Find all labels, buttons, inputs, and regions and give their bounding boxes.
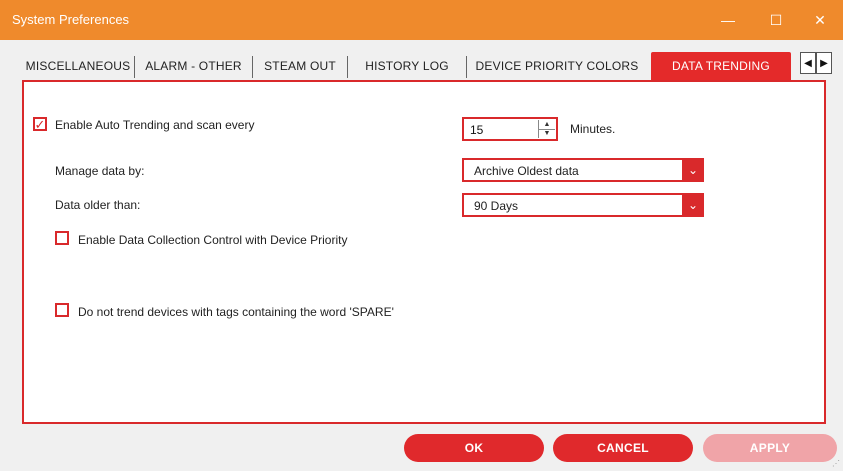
tab-scroll-right-button[interactable]: ▶	[816, 52, 832, 74]
spin-down-icon[interactable]: ▼	[539, 130, 555, 139]
close-icon: ✕	[814, 11, 826, 28]
manage-data-label: Manage data by:	[55, 164, 145, 178]
manage-data-value: Archive Oldest data	[474, 164, 579, 178]
scan-interval-stepper[interactable]: 15 ▲ ▼	[462, 117, 558, 141]
chevron-down-icon: ⌄	[682, 158, 704, 182]
window-title: System Preferences	[12, 12, 130, 27]
checkmark-icon: ✓	[34, 116, 46, 132]
enable-auto-trending-checkbox[interactable]: ✓	[33, 117, 47, 131]
ok-button[interactable]: OK	[404, 434, 544, 462]
minimize-icon: —	[721, 12, 735, 28]
chevron-down-icon: ⌄	[682, 193, 704, 217]
data-older-than-value: 90 Days	[474, 199, 519, 213]
minimize-button[interactable]: —	[705, 0, 751, 40]
title-bar: System Preferences — ☐ ✕	[0, 0, 843, 40]
resize-grip-icon[interactable]: ⋰	[832, 459, 840, 468]
tab-scroll-left-button[interactable]: ◀	[800, 52, 816, 74]
tab-bar: MISCELLANEOUS ALARM - OTHER STEAM OUT HI…	[22, 52, 822, 80]
close-button[interactable]: ✕	[797, 0, 843, 40]
cancel-button[interactable]: CANCEL	[553, 434, 693, 462]
tab-data-trending[interactable]: DATA TRENDING	[651, 52, 791, 80]
enable-auto-trending-label: Enable Auto Trending and scan every	[55, 118, 255, 132]
arrow-right-icon: ▶	[820, 57, 828, 69]
data-older-than-select[interactable]: 90 Days ⌄	[462, 193, 704, 217]
apply-button[interactable]: APPLY	[703, 434, 837, 462]
scan-interval-unit: Minutes.	[570, 122, 616, 136]
tab-miscellaneous[interactable]: MISCELLANEOUS	[22, 52, 134, 80]
data-older-than-label: Data older than:	[55, 198, 141, 212]
collection-control-checkbox[interactable]	[55, 231, 69, 245]
scan-interval-value: 15	[470, 123, 484, 137]
collection-control-label: Enable Data Collection Control with Devi…	[78, 233, 348, 247]
maximize-button[interactable]: ☐	[753, 0, 799, 40]
tab-steam-out[interactable]: STEAM OUT	[253, 52, 347, 80]
arrow-left-icon: ◀	[804, 57, 812, 69]
spin-up-icon[interactable]: ▲	[539, 120, 555, 130]
manage-data-select[interactable]: Archive Oldest data ⌄	[462, 158, 704, 182]
tab-device-priority-colors[interactable]: DEVICE PRIORITY COLORS	[467, 52, 647, 80]
tab-alarm-other[interactable]: ALARM - OTHER	[135, 52, 252, 80]
tab-history-log[interactable]: HISTORY LOG	[348, 52, 466, 80]
skip-spare-checkbox[interactable]	[55, 303, 69, 317]
maximize-icon: ☐	[769, 11, 783, 28]
skip-spare-label: Do not trend devices with tags containin…	[78, 305, 394, 319]
